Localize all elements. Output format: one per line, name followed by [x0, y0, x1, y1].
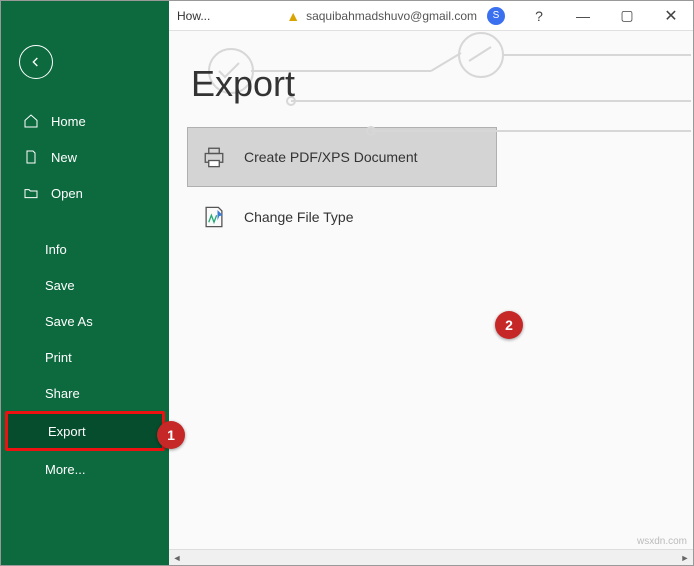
minimize-button[interactable]: —: [561, 1, 605, 31]
sidebar-item-save[interactable]: Save: [1, 267, 169, 303]
document-title: How...: [169, 9, 210, 23]
printer-icon: [200, 143, 228, 171]
background-circuit-icon: [169, 31, 693, 565]
sidebar-item-export[interactable]: Export: [5, 411, 165, 451]
sidebar-item-label: New: [51, 150, 77, 165]
arrow-left-icon: [28, 54, 44, 70]
sidebar-item-label: Open: [51, 186, 83, 201]
folder-open-icon: [23, 185, 39, 201]
back-button[interactable]: [19, 45, 53, 79]
close-button[interactable]: ✕: [649, 1, 693, 31]
annotation-callout-2: 2: [495, 311, 523, 339]
option-label: Change File Type: [244, 209, 353, 225]
option-create-pdf-xps[interactable]: Create PDF/XPS Document: [187, 127, 497, 187]
sidebar-item-label: More...: [45, 462, 85, 477]
sidebar-item-new[interactable]: New: [1, 139, 169, 175]
scroll-left-icon[interactable]: ◄: [169, 550, 185, 566]
sidebar-item-save-as[interactable]: Save As: [1, 303, 169, 339]
title-bar-accent: [1, 1, 169, 31]
help-button[interactable]: ?: [517, 1, 561, 31]
sidebar-item-label: Export: [48, 424, 86, 439]
scroll-right-icon[interactable]: ►: [677, 550, 693, 566]
sidebar-item-label: Share: [45, 386, 80, 401]
file-icon: [23, 149, 39, 165]
avatar[interactable]: S: [487, 7, 505, 25]
option-label: Create PDF/XPS Document: [244, 149, 418, 165]
sidebar-item-label: Save As: [45, 314, 93, 329]
watermark: wsxdn.com: [637, 536, 687, 547]
page-title: Export: [191, 63, 693, 105]
option-change-file-type[interactable]: Change File Type: [187, 187, 497, 247]
home-icon: [23, 113, 39, 129]
horizontal-scrollbar[interactable]: ◄ ►: [169, 549, 693, 565]
backstage-sidebar: Home New Open Info Save Save As Print Sh…: [1, 31, 169, 565]
account-email: saquibahmadshuvo@gmail.com: [306, 9, 477, 23]
content-area: Export Create PDF/XPS Document Change Fi…: [169, 31, 693, 565]
sidebar-item-label: Info: [45, 242, 67, 257]
warning-icon: ▲: [286, 8, 300, 24]
annotation-callout-1: 1: [157, 421, 185, 449]
sidebar-item-label: Save: [45, 278, 75, 293]
sidebar-item-more[interactable]: More...: [1, 451, 169, 487]
sidebar-item-label: Print: [45, 350, 72, 365]
sidebar-item-label: Home: [51, 114, 86, 129]
sidebar-item-info[interactable]: Info: [1, 231, 169, 267]
account-area[interactable]: ▲ saquibahmadshuvo@gmail.com S: [286, 7, 505, 25]
sidebar-item-share[interactable]: Share: [1, 375, 169, 411]
restore-button[interactable]: ▢: [605, 1, 649, 31]
title-bar: How... ▲ saquibahmadshuvo@gmail.com S ? …: [1, 1, 693, 31]
sidebar-item-print[interactable]: Print: [1, 339, 169, 375]
change-file-type-icon: [200, 203, 228, 231]
sidebar-item-open[interactable]: Open: [1, 175, 169, 211]
sidebar-item-home[interactable]: Home: [1, 103, 169, 139]
